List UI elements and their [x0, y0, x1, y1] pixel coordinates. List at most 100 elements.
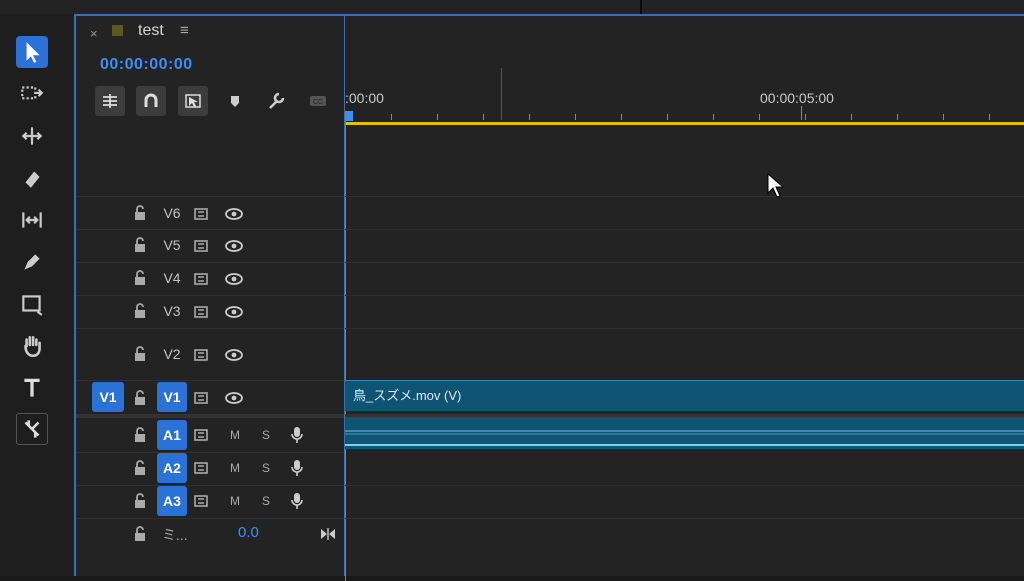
ruler-tick: [667, 114, 668, 120]
mute-button[interactable]: M: [230, 461, 240, 475]
sync-lock-icon[interactable]: [194, 207, 210, 221]
divider: [76, 328, 344, 329]
track-header-v1: V1 V1: [76, 382, 344, 414]
track-label[interactable]: V5: [160, 233, 184, 257]
playhead-line: [345, 121, 346, 581]
lock-icon[interactable]: [132, 390, 148, 406]
timeline-area[interactable]: :00:00 00:00:05:00 鳥_スズメ.mov (V): [344, 16, 1024, 581]
panel-divider: [640, 0, 642, 14]
mix-track-label: ミ...: [162, 527, 188, 543]
track-label[interactable]: A3: [157, 486, 187, 516]
divider: [76, 414, 344, 418]
track-header-v3: V3: [76, 296, 344, 328]
lock-icon[interactable]: [132, 493, 148, 509]
razor-icon[interactable]: [16, 162, 48, 194]
sync-lock-icon[interactable]: [194, 461, 210, 475]
pen-icon[interactable]: [16, 246, 48, 278]
go-to-end-icon[interactable]: [320, 528, 336, 540]
sync-lock-icon[interactable]: [194, 305, 210, 319]
lock-icon[interactable]: [132, 346, 148, 362]
audio-clip[interactable]: [345, 417, 1024, 449]
lock-icon[interactable]: [132, 237, 148, 253]
eye-icon[interactable]: [224, 391, 244, 405]
audio-waveform: [345, 433, 1024, 435]
microphone-icon[interactable]: [290, 426, 304, 444]
type-tool-icon[interactable]: [16, 372, 48, 404]
hand-icon[interactable]: [16, 330, 48, 362]
track-select-forward-icon[interactable]: [16, 78, 48, 110]
sync-lock-icon[interactable]: [194, 494, 210, 508]
audio-waveform: [345, 444, 1024, 446]
divider: [345, 485, 1024, 486]
track-header-a1: A1 M S: [76, 419, 344, 451]
lock-icon[interactable]: [132, 270, 148, 286]
ruler-tick: [943, 114, 944, 120]
sync-lock-icon[interactable]: [194, 272, 210, 286]
ruler-tick: [621, 114, 622, 120]
solo-button[interactable]: S: [262, 428, 270, 442]
slip-tool-icon[interactable]: [16, 204, 48, 236]
divider: [345, 295, 1024, 296]
mute-button[interactable]: M: [230, 428, 240, 442]
track-header-v2: V2: [76, 338, 344, 370]
ruler-tick: [897, 114, 898, 120]
track-header-mix: ミ... 0.0: [76, 518, 344, 550]
track-header-v6: V6: [76, 197, 344, 229]
lock-icon[interactable]: [132, 205, 148, 221]
sync-lock-icon[interactable]: [194, 391, 210, 405]
track-header-v5: V5: [76, 230, 344, 262]
sync-lock-icon[interactable]: [194, 348, 210, 362]
mouse-cursor-icon: [767, 173, 785, 198]
track-label[interactable]: V1: [157, 382, 187, 412]
microphone-icon[interactable]: [290, 492, 304, 510]
ruler-tick: [713, 114, 714, 120]
ruler-tick: [483, 114, 484, 120]
work-area-bar[interactable]: [345, 122, 1024, 125]
remix-tool-icon[interactable]: [16, 413, 48, 445]
divider: [345, 262, 1024, 263]
microphone-icon[interactable]: [290, 459, 304, 477]
ruler-major-tick: [801, 106, 802, 120]
mix-volume-value[interactable]: 0.0: [238, 524, 259, 541]
source-patch-v1[interactable]: V1: [92, 382, 124, 412]
ruler-time-5s: 00:00:05:00: [760, 90, 834, 106]
ruler-tick: [989, 114, 990, 120]
ruler-tick: [391, 114, 392, 120]
ruler-tick: [759, 114, 760, 120]
lock-icon[interactable]: [132, 526, 148, 542]
eye-icon[interactable]: [224, 239, 244, 253]
divider: [345, 328, 1024, 329]
ripple-edit-icon[interactable]: [16, 120, 48, 152]
lock-icon[interactable]: [132, 303, 148, 319]
track-label[interactable]: A1: [157, 420, 187, 450]
track-label[interactable]: V4: [160, 266, 184, 290]
video-clip[interactable]: 鳥_スズメ.mov (V): [345, 380, 1024, 411]
rectangle-icon[interactable]: [16, 288, 48, 320]
solo-button[interactable]: S: [262, 494, 270, 508]
ruler-tick: [437, 114, 438, 120]
lock-icon[interactable]: [132, 460, 148, 476]
track-headers: V6 V5 V4 V3 V2 V1 V1 A1 M S A2 M S A3 M …: [76, 16, 344, 576]
divider: [345, 196, 1024, 197]
track-label[interactable]: V6: [160, 201, 184, 225]
audio-waveform: [345, 430, 1024, 432]
mute-button[interactable]: M: [230, 494, 240, 508]
sync-lock-icon[interactable]: [194, 239, 210, 253]
eye-icon[interactable]: [224, 272, 244, 286]
sync-lock-icon[interactable]: [194, 428, 210, 442]
eye-icon[interactable]: [224, 305, 244, 319]
track-label[interactable]: A2: [157, 453, 187, 483]
lock-icon[interactable]: [132, 427, 148, 443]
divider: [345, 518, 1024, 519]
track-label[interactable]: V3: [160, 299, 184, 323]
ruler-tick: [805, 114, 806, 120]
track-label[interactable]: V2: [160, 342, 184, 366]
ruler-tick: [575, 114, 576, 120]
playhead-handle[interactable]: [345, 111, 353, 121]
selection-tool-icon[interactable]: [16, 36, 48, 68]
solo-button[interactable]: S: [262, 461, 270, 475]
track-header-v4: V4: [76, 263, 344, 295]
eye-icon[interactable]: [224, 348, 244, 362]
eye-icon[interactable]: [224, 207, 244, 221]
divider: [76, 380, 344, 381]
